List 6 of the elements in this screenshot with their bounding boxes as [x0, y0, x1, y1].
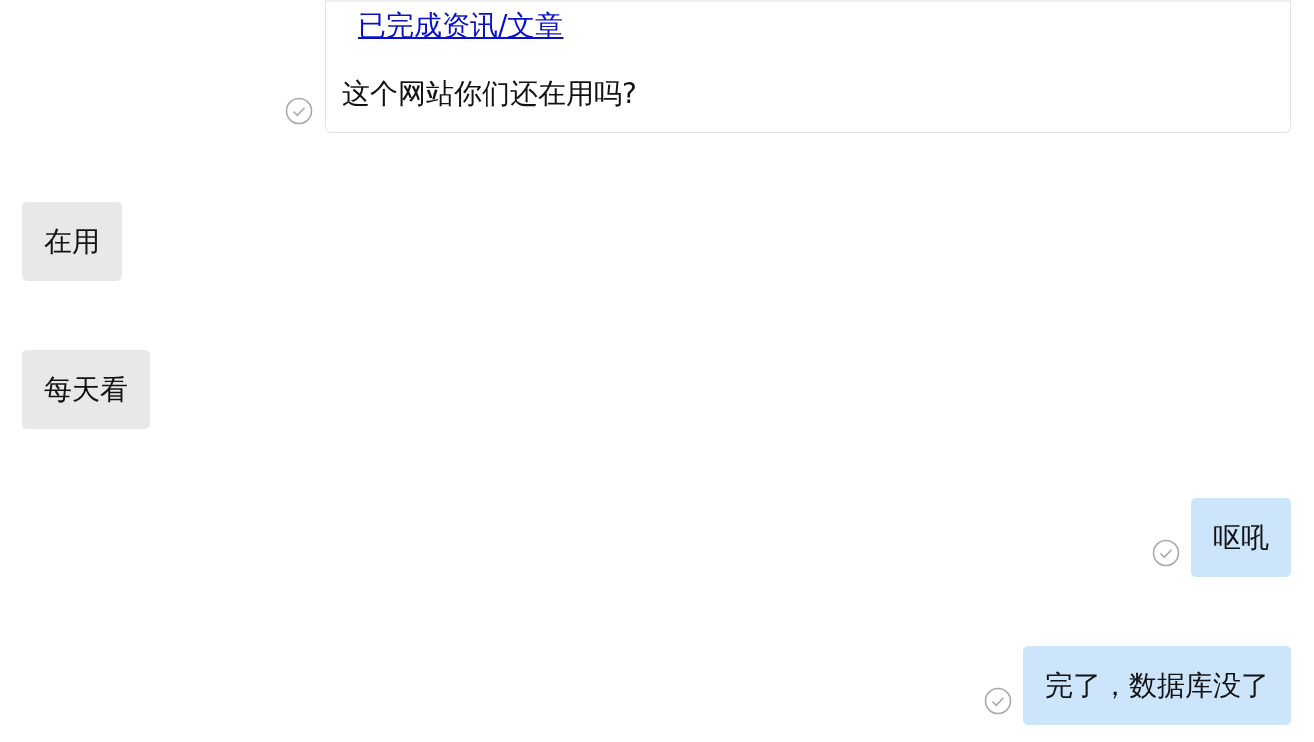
message-text: 这个网站你们还在用吗?: [342, 76, 637, 112]
message-bubble: 呕吼: [1191, 498, 1291, 577]
message-bubble: 每天看: [22, 350, 150, 429]
article-link[interactable]: 已完成资讯/文章: [342, 6, 564, 46]
message-bubble: 完了，数据库没了: [1023, 646, 1291, 725]
message-bubble: 在用: [22, 202, 122, 281]
